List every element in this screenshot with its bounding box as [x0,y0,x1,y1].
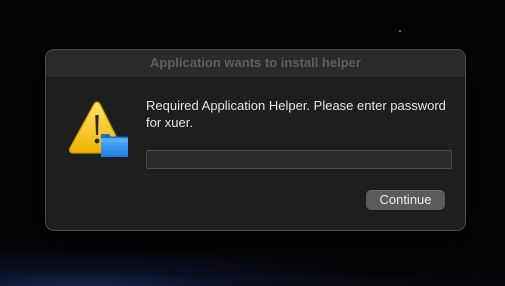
folder-icon [101,134,128,157]
star [399,30,401,32]
continue-button[interactable]: Continue [366,190,445,210]
install-helper-dialog: Application wants to install helper Requ… [45,49,466,231]
warning-icon [68,101,128,157]
dialog-message: Required Application Helper. Please ente… [146,98,446,130]
password-field[interactable] [146,150,452,169]
dialog-title: Application wants to install helper [46,50,465,78]
